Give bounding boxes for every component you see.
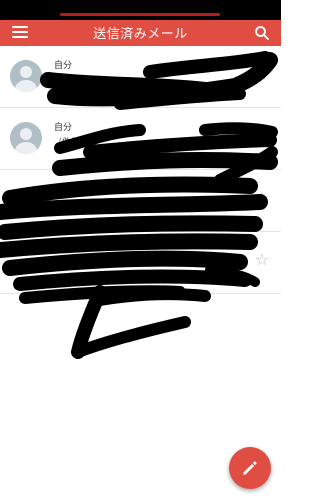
message-row[interactable]: 自分 ☆ <box>0 46 281 108</box>
status-bar-indicator <box>60 13 220 16</box>
pencil-compose-icon <box>243 461 257 475</box>
page-title: 送信済みメール <box>93 27 188 42</box>
star-icon[interactable]: ☆ <box>255 250 269 269</box>
message-subject: （件名なし） <box>54 137 102 146</box>
star-icon[interactable]: ☆ <box>255 188 269 207</box>
compose-button[interactable] <box>229 447 271 489</box>
message-row[interactable]: ☆ <box>0 232 281 294</box>
message-row[interactable]: 自分 （件名なし） ☆ <box>0 108 281 170</box>
message-list: 自分 ☆ 自分 （件名なし） ☆ ☆ ☆ <box>0 46 281 294</box>
app-bar: 送信済みメール <box>0 20 281 46</box>
message-row[interactable]: ☆ <box>0 170 281 232</box>
star-icon[interactable]: ☆ <box>255 126 269 145</box>
avatar <box>10 122 42 154</box>
search-icon[interactable] <box>253 24 271 42</box>
message-sender: 自分 <box>54 123 73 133</box>
message-sender: 自分 <box>54 61 73 71</box>
star-icon[interactable]: ☆ <box>255 64 269 83</box>
avatar <box>10 60 42 92</box>
status-bar <box>0 0 281 20</box>
